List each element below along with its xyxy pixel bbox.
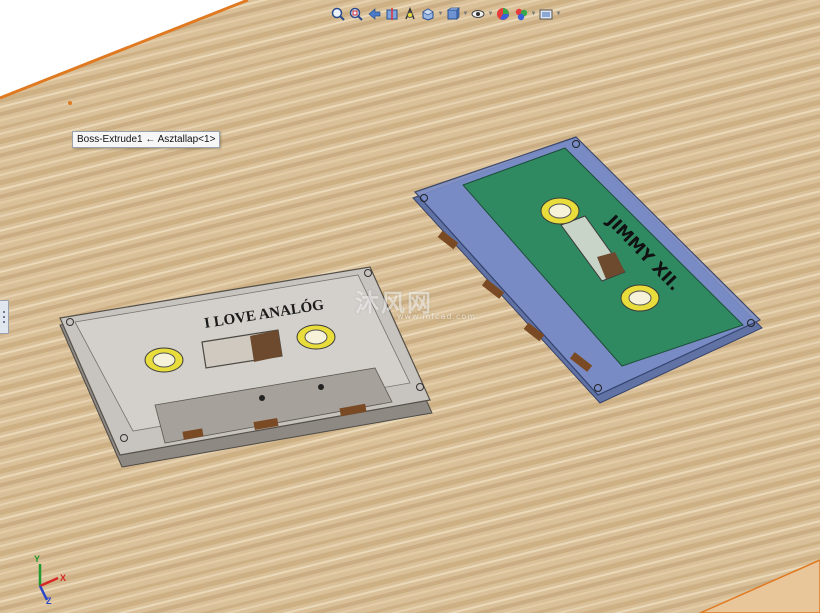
- dropdown-arrow-icon[interactable]: ▼: [463, 6, 469, 22]
- view-orientation-icon[interactable]: [420, 6, 436, 22]
- origin-point: [68, 101, 72, 105]
- hide-show-items-icon[interactable]: [470, 6, 486, 22]
- coordinate-triad: Y X Z: [26, 554, 70, 608]
- zoom-to-area-icon[interactable]: [348, 6, 364, 22]
- edit-appearance-icon[interactable]: [495, 6, 511, 22]
- triad-z-label: Z: [46, 596, 52, 606]
- watermark-url: www.mfcad.com: [397, 312, 477, 321]
- previous-view-icon[interactable]: [366, 6, 382, 22]
- apply-scene-icon[interactable]: [513, 6, 529, 22]
- dropdown-arrow-icon[interactable]: ▼: [438, 6, 444, 22]
- triad-y-label: Y: [34, 554, 41, 564]
- dropdown-arrow-icon[interactable]: ▼: [531, 6, 537, 22]
- view-settings-icon[interactable]: [538, 6, 554, 22]
- reel-left-1: [144, 347, 184, 373]
- triad-x-label: X: [60, 573, 67, 583]
- site-watermark: 沐风网 www.mfcad.com: [355, 283, 475, 321]
- reel-right-2: [620, 284, 660, 312]
- zoom-to-fit-icon[interactable]: [330, 6, 346, 22]
- dropdown-arrow-icon[interactable]: ▼: [556, 6, 562, 22]
- display-style-icon[interactable]: [445, 6, 461, 22]
- feature-manager-expand-handle[interactable]: [0, 300, 9, 334]
- graphics-area[interactable]: I LOVE ANALÓG JIMMY XII. ▼ ▼ ▼ ▼ ▼ Boss-…: [0, 0, 820, 613]
- reel-left-2: [296, 324, 336, 350]
- dynamic-annotation-icon[interactable]: [402, 6, 418, 22]
- reel-right-1: [540, 197, 580, 225]
- section-view-icon[interactable]: [384, 6, 400, 22]
- dropdown-arrow-icon[interactable]: ▼: [488, 6, 494, 22]
- feature-tooltip: Boss-Extrude1 ← Asztallap<1>: [72, 131, 221, 148]
- heads-up-view-toolbar: ▼ ▼ ▼ ▼ ▼: [330, 4, 561, 24]
